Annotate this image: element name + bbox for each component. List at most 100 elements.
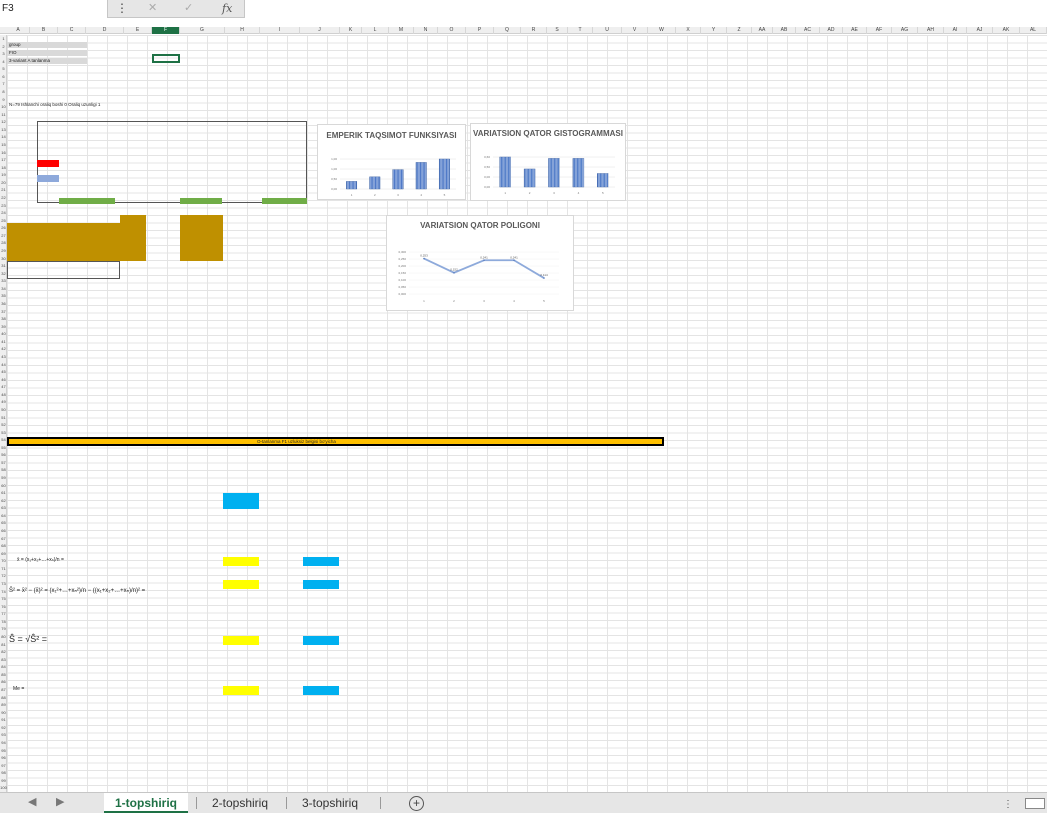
- column-header-h[interactable]: H: [225, 27, 260, 34]
- column-header-p[interactable]: P: [466, 27, 494, 34]
- row-header: 5: [2, 66, 5, 72]
- fio-label: FIO: [9, 50, 17, 55]
- column-header-x[interactable]: X: [676, 27, 701, 34]
- insert-function-icon[interactable]: fx: [222, 0, 232, 17]
- column-header-o[interactable]: O: [438, 27, 466, 34]
- scroll-thumb[interactable]: [1025, 798, 1045, 809]
- column-header-t[interactable]: T: [568, 27, 593, 34]
- data-label: 0,152: [450, 268, 458, 272]
- column-header-s[interactable]: S: [547, 27, 568, 34]
- column-header-m[interactable]: M: [389, 27, 414, 34]
- row-header: 79: [1, 626, 6, 632]
- column-header-ah[interactable]: AH: [918, 27, 944, 34]
- row-header: 37: [1, 308, 6, 314]
- chart-empirical-function[interactable]: EMPERIK TAQSIMOT FUNKSIYASI 1,00 1,00 0,50…: [317, 124, 466, 200]
- x-tick-label: 1: [504, 191, 506, 195]
- name-box[interactable]: F3: [0, 0, 108, 18]
- column-header-al[interactable]: AL: [1020, 27, 1047, 34]
- y-tick-label: 0,00: [484, 175, 490, 179]
- column-header-z[interactable]: Z: [727, 27, 752, 34]
- column-header-c[interactable]: C: [58, 27, 86, 34]
- column-header-g[interactable]: G: [180, 27, 225, 34]
- row-header: 65: [1, 520, 6, 526]
- row-header: 82: [1, 649, 6, 655]
- more-options-icon[interactable]: ⋮: [116, 0, 128, 16]
- selected-cell[interactable]: [152, 54, 180, 63]
- tab-sheet-2[interactable]: 2-topshiriq: [200, 793, 280, 813]
- stddev-formula: Ŝ = √Ŝ² =: [9, 634, 47, 644]
- row-header: 12: [1, 119, 6, 125]
- prev-sheet-icon[interactable]: ◀: [28, 795, 36, 808]
- column-header-aa[interactable]: AA: [752, 27, 773, 34]
- row-header: 97: [1, 762, 6, 768]
- horizontal-scrollbar[interactable]: ⋮: [1003, 797, 1047, 810]
- variant-label: 3-variant A tanlanma: [9, 58, 51, 63]
- enter-icon[interactable]: ✓: [184, 0, 193, 17]
- row-header: 43: [1, 353, 6, 359]
- row-header: 20: [1, 179, 6, 185]
- sheet-tab-bar: ◀ ▶ 1-topshiriq 2-topshiriq 3-topshiriq …: [0, 792, 1047, 813]
- column-header-v[interactable]: V: [622, 27, 648, 34]
- column-header-af[interactable]: AF: [867, 27, 892, 34]
- column-header-j[interactable]: J: [300, 27, 340, 34]
- column-header-ai[interactable]: AI: [944, 27, 967, 34]
- tab-separator: [286, 797, 287, 809]
- column-header-y[interactable]: Y: [701, 27, 727, 34]
- excel-result-fill: [223, 636, 259, 645]
- data-label: 0,241: [480, 255, 488, 259]
- row-header: 14: [1, 134, 6, 140]
- chart-polygon[interactable]: VARIATSION QATOR POLIGONI 0,300 0,250 0,20…: [386, 215, 574, 311]
- column-header-ae[interactable]: AE: [843, 27, 867, 34]
- n-box: [7, 261, 120, 279]
- row-header: 25: [1, 217, 6, 223]
- row-header: 73: [1, 581, 6, 587]
- x-tick-label: 4: [420, 193, 422, 197]
- column-header-i[interactable]: I: [260, 27, 300, 34]
- x-tick-label: 2: [374, 193, 376, 197]
- median-formula: Me =: [13, 686, 25, 692]
- row-header: 66: [1, 528, 6, 534]
- row-header: 92: [1, 724, 6, 730]
- column-header-b[interactable]: B: [30, 27, 58, 34]
- row-header: 70: [1, 558, 6, 564]
- column-header-f[interactable]: F: [152, 27, 180, 34]
- column-header-r[interactable]: R: [521, 27, 547, 34]
- column-headers: A B C D E F G H I J K L M N O P Q R S T U V W X Y Z AA AB AC AD AE AF AG…: [0, 27, 1047, 34]
- column-header-d[interactable]: D: [86, 27, 124, 34]
- add-sheet-icon[interactable]: +: [409, 796, 424, 811]
- column-header-ag[interactable]: AG: [892, 27, 918, 34]
- series-point: [513, 259, 515, 262]
- row-header: 87: [1, 687, 6, 693]
- column-header-u[interactable]: U: [593, 27, 622, 34]
- column-header-ak[interactable]: AK: [993, 27, 1020, 34]
- column-header-aj[interactable]: AJ: [967, 27, 993, 34]
- x-tick-label: 3: [553, 191, 555, 195]
- x-tick-label: 4: [578, 191, 580, 195]
- more-options-icon[interactable]: ⋮: [1003, 799, 1013, 810]
- column-header-ac[interactable]: AC: [796, 27, 820, 34]
- column-header-k[interactable]: K: [340, 27, 362, 34]
- row-header: 6: [2, 73, 5, 79]
- chart-histogram[interactable]: VARIATSION QATOR GISTOGRAMMASI 0,60 0,50 0…: [470, 123, 626, 201]
- x-tick-label: 5: [444, 193, 446, 197]
- column-header-ab[interactable]: AB: [773, 27, 796, 34]
- next-sheet-icon[interactable]: ▶: [56, 795, 64, 808]
- cancel-icon[interactable]: ✕: [148, 0, 157, 17]
- row-header: 58: [1, 467, 6, 473]
- column-header-a[interactable]: A: [7, 27, 30, 34]
- column-header-l[interactable]: L: [362, 27, 389, 34]
- median-optika-fill: [303, 686, 339, 695]
- formula-input[interactable]: [244, 0, 1047, 18]
- y-tick-label: 1,00: [331, 167, 337, 171]
- x-tick-label: 5: [602, 191, 604, 195]
- row-header: 15: [1, 141, 6, 147]
- column-header-e[interactable]: E: [124, 27, 152, 34]
- column-header-w[interactable]: W: [648, 27, 676, 34]
- column-header-n[interactable]: N: [414, 27, 438, 34]
- column-header-ad[interactable]: AD: [820, 27, 843, 34]
- tab-sheet-1[interactable]: 1-topshiriq: [104, 793, 188, 813]
- row-header: 90: [1, 709, 6, 715]
- row-header: 49: [1, 399, 6, 405]
- column-header-q[interactable]: Q: [494, 27, 521, 34]
- tab-sheet-3[interactable]: 3-topshiriq: [290, 793, 370, 813]
